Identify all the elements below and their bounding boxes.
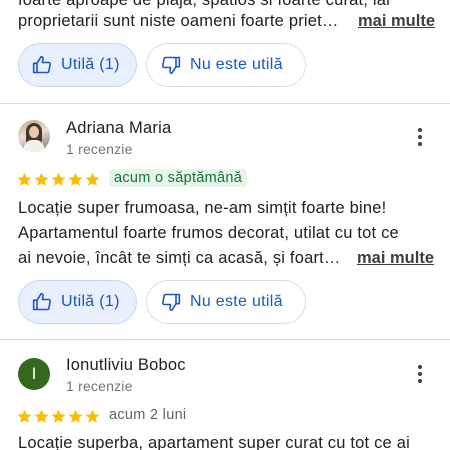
star-icon [17,409,32,423]
star-icon [51,409,66,423]
thumbs-down-icon [162,56,181,75]
review-text-line: Locație super frumoasa, ne-am simțit foa… [18,199,387,217]
not-helpful-button[interactable]: Nu este utilă [146,280,306,324]
more-link[interactable]: mai multe [358,8,435,34]
review-text-line: ai nevoie, încât te simți ca acasă, și f… [18,249,341,267]
star-icon [34,409,49,423]
thumbs-up-icon [32,292,51,311]
star-rating [16,171,101,189]
not-helpful-label: Nu este utilă [190,293,283,310]
review-time: acum o săptămână [109,169,248,187]
star-icon [51,172,66,186]
not-helpful-button[interactable]: Nu este utilă [146,43,306,87]
reviewer-review-count: 1 recenzie [66,141,133,157]
star-icon [34,172,49,186]
reviewer-review-count: 1 recenzie [66,378,133,394]
more-vert-icon[interactable] [410,127,430,147]
helpful-button[interactable]: Utilă (1) [18,280,137,324]
review-text-line: Apartamentul foarte frumos decorat, util… [18,224,399,242]
reviewer-name[interactable]: Adriana Maria [66,119,171,138]
star-icon [85,172,100,186]
avatar[interactable]: I [18,358,50,390]
more-vert-icon[interactable] [410,364,430,384]
helpful-button[interactable]: Utilă (1) [18,43,137,87]
reviewer-name[interactable]: Ionutliviu Boboc [66,356,186,375]
star-icon [68,172,83,186]
star-icon [85,409,100,423]
thumbs-down-icon [162,293,181,312]
helpful-label: Utilă (1) [61,293,120,310]
star-rating [16,408,101,426]
more-link[interactable]: mai multe [357,245,434,271]
star-icon [17,172,32,186]
review-time: acum 2 luni [109,407,187,423]
divider [0,103,450,104]
review-text-line: Locație superba, apartament super curat … [18,434,410,450]
divider [0,339,450,340]
thumbs-up-icon [32,55,51,74]
helpful-label: Utilă (1) [61,56,120,73]
review-text-line: proprietarii sunt niste oameni foarte pr… [18,12,339,30]
avatar[interactable] [18,120,50,152]
star-icon [68,409,83,423]
not-helpful-label: Nu este utilă [190,56,283,73]
